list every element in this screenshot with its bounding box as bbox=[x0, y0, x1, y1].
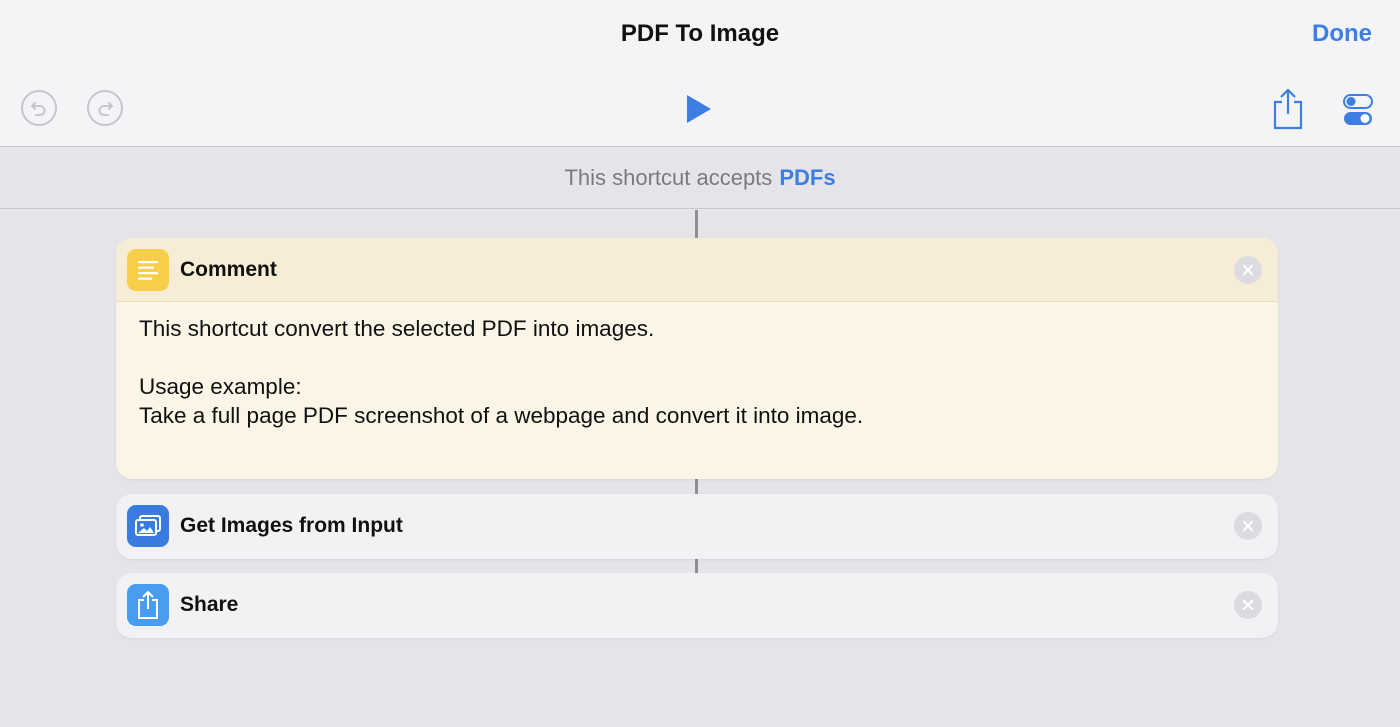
share-action-card[interactable]: Share bbox=[116, 573, 1278, 638]
get-images-action-header: Get Images from Input bbox=[116, 494, 1278, 558]
comment-lines-icon bbox=[127, 249, 169, 291]
remove-action-button[interactable] bbox=[1234, 256, 1262, 284]
accepts-type-link[interactable]: PDFs bbox=[779, 165, 835, 191]
comment-action-card[interactable]: Comment This shortcut convert the select… bbox=[116, 238, 1278, 479]
share-icon bbox=[127, 584, 169, 626]
play-icon bbox=[687, 95, 711, 123]
get-images-action-card[interactable]: Get Images from Input bbox=[116, 494, 1278, 559]
done-button[interactable]: Done bbox=[1312, 20, 1372, 48]
share-icon bbox=[1273, 88, 1303, 130]
undo-icon bbox=[31, 102, 46, 116]
comment-text-field[interactable]: This shortcut convert the selected PDF i… bbox=[139, 314, 1239, 430]
comment-action-header: Comment bbox=[116, 238, 1278, 302]
remove-action-button[interactable] bbox=[1234, 591, 1262, 619]
action-title: Comment bbox=[180, 258, 277, 281]
undo-button[interactable] bbox=[21, 90, 57, 126]
accepts-bar: This shortcut accepts PDFs bbox=[0, 148, 1400, 209]
connector-line bbox=[695, 559, 698, 573]
remove-action-button[interactable] bbox=[1234, 512, 1262, 540]
top-bar: PDF To Image Done bbox=[0, 0, 1400, 147]
redo-icon bbox=[98, 102, 113, 116]
photos-icon bbox=[127, 505, 169, 547]
connector-line bbox=[695, 210, 698, 238]
settings-button[interactable] bbox=[1338, 90, 1378, 130]
redo-button[interactable] bbox=[87, 90, 123, 126]
run-button[interactable] bbox=[678, 89, 718, 129]
close-icon bbox=[1242, 264, 1254, 276]
toggle-settings-icon bbox=[1343, 94, 1373, 125]
accepts-label: This shortcut accepts bbox=[564, 165, 773, 190]
close-icon bbox=[1242, 520, 1254, 532]
page-title: PDF To Image bbox=[620, 20, 780, 47]
connector-line bbox=[695, 479, 698, 494]
share-action-header: Share bbox=[116, 573, 1278, 637]
share-shortcut-button[interactable] bbox=[1268, 86, 1308, 132]
close-icon bbox=[1242, 599, 1254, 611]
action-title: Get Images from Input bbox=[180, 514, 403, 537]
action-title: Share bbox=[180, 593, 239, 616]
